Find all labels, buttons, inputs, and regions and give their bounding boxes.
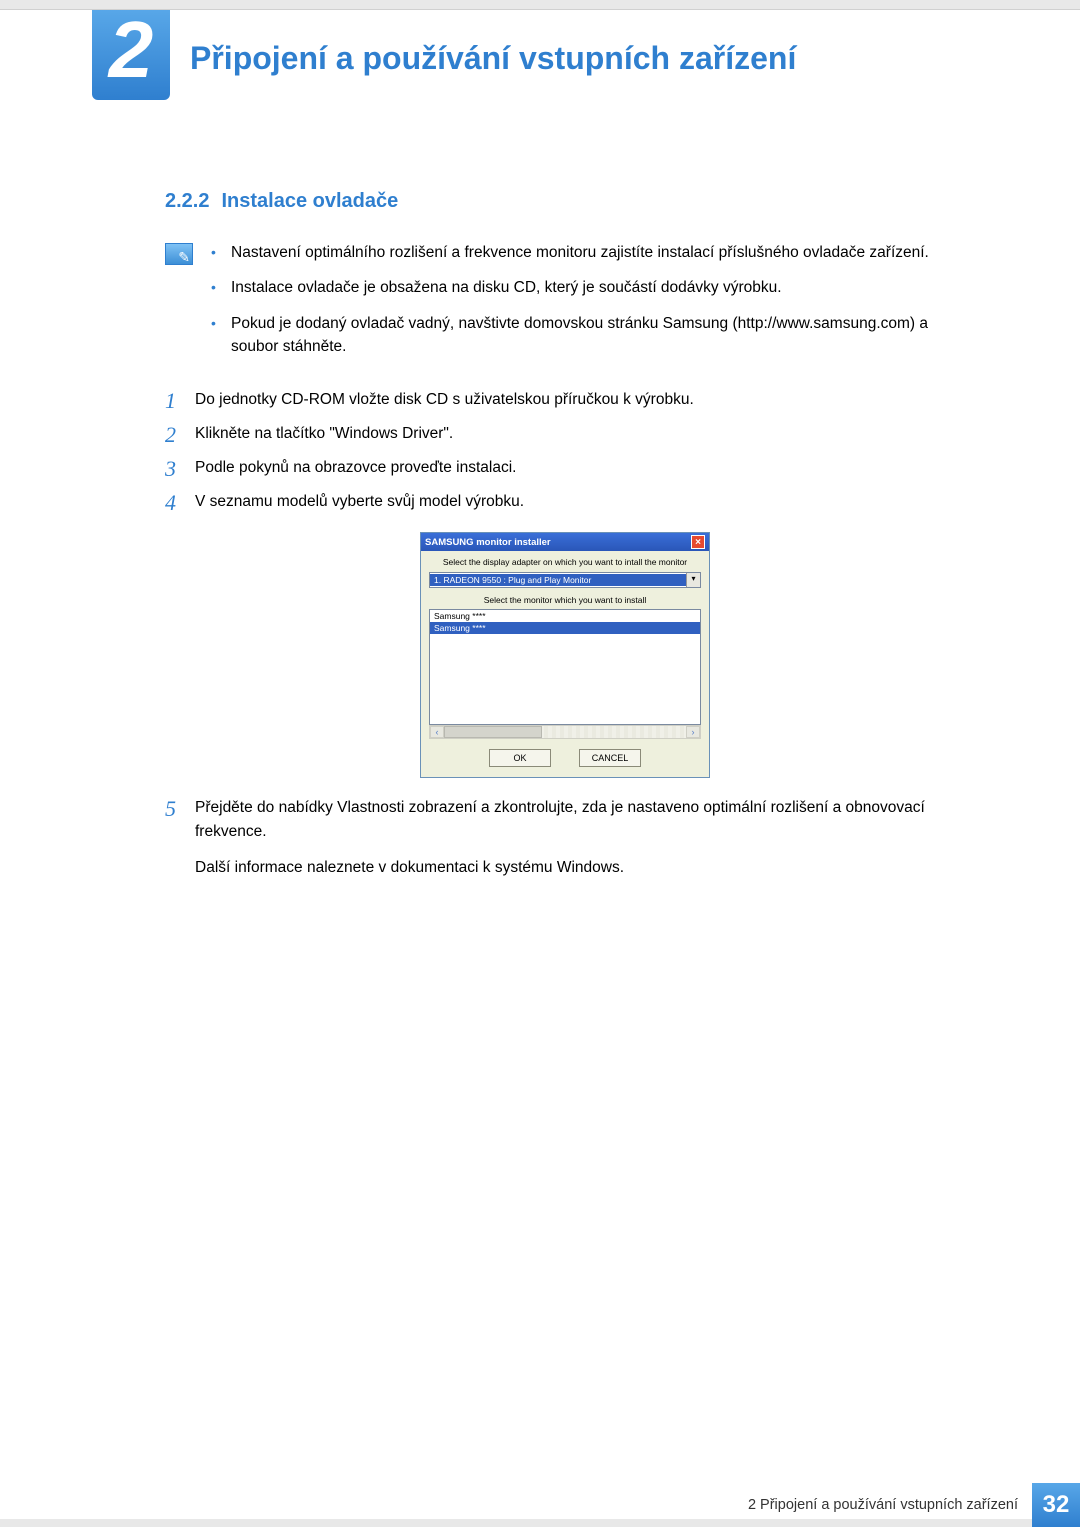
steps-list-continued: 5Přejděte do nabídky Vlastnosti zobrazen… bbox=[165, 796, 965, 844]
step-item: 2Klikněte na tlačítko "Windows Driver". bbox=[165, 422, 965, 446]
dialog-titlebar: SAMSUNG monitor installer × bbox=[421, 533, 709, 551]
section-title: Instalace ovladače bbox=[221, 190, 398, 212]
adapter-select[interactable]: 1. RADEON 9550 : Plug and Play Monitor ▾ bbox=[429, 572, 701, 588]
chapter-number-badge: 2 bbox=[92, 10, 170, 100]
monitor-label: Select the monitor which you want to ins… bbox=[429, 595, 701, 605]
cancel-button[interactable]: CANCEL bbox=[579, 749, 641, 767]
note-item: Instalace ovladače je obsažena na disku … bbox=[211, 276, 965, 299]
dialog-button-row: OK CANCEL bbox=[429, 749, 701, 767]
adapter-label: Select the display adapter on which you … bbox=[429, 557, 701, 567]
adapter-selected-value: 1. RADEON 9550 : Plug and Play Monitor bbox=[430, 574, 686, 586]
step-text: Do jednotky CD-ROM vložte disk CD s uživ… bbox=[195, 391, 694, 408]
step-number: 2 bbox=[165, 418, 176, 452]
step-item: 5Přejděte do nabídky Vlastnosti zobrazen… bbox=[165, 796, 965, 844]
list-item[interactable]: Samsung **** bbox=[430, 622, 700, 634]
dialog-body: Select the display adapter on which you … bbox=[421, 551, 709, 777]
step-number: 4 bbox=[165, 486, 176, 520]
note-list: Nastavení optimálního rozlišení a frekve… bbox=[211, 241, 965, 370]
list-item[interactable]: Samsung **** bbox=[430, 610, 700, 622]
monitor-list[interactable]: Samsung **** Samsung **** bbox=[429, 609, 701, 725]
footer-chapter-label: 2 Připojení a používání vstupních zaříze… bbox=[748, 1497, 1032, 1513]
scroll-track[interactable] bbox=[444, 726, 686, 738]
step-text: Klikněte na tlačítko "Windows Driver". bbox=[195, 425, 453, 442]
step-text: Podle pokynů na obrazovce proveďte insta… bbox=[195, 459, 516, 476]
step-item: 1Do jednotky CD-ROM vložte disk CD s uži… bbox=[165, 388, 965, 412]
steps-list: 1Do jednotky CD-ROM vložte disk CD s uži… bbox=[165, 388, 965, 514]
horizontal-scrollbar[interactable]: ‹ › bbox=[429, 725, 701, 739]
footer-stripe bbox=[0, 1519, 1032, 1527]
scroll-left-icon[interactable]: ‹ bbox=[430, 726, 444, 738]
close-icon[interactable]: × bbox=[691, 535, 705, 549]
note-block: Nastavení optimálního rozlišení a frekve… bbox=[165, 241, 965, 370]
chapter-title: Připojení a používání vstupních zařízení bbox=[190, 40, 796, 77]
section-number: 2.2.2 bbox=[165, 190, 209, 212]
step-text: Přejděte do nabídky Vlastnosti zobrazení… bbox=[195, 799, 925, 840]
installer-dialog-screenshot: SAMSUNG monitor installer × Select the d… bbox=[420, 532, 710, 778]
page-content: 2.2.2 Instalace ovladače Nastavení optimá… bbox=[165, 190, 965, 880]
footer-page-number: 32 bbox=[1032, 1483, 1080, 1527]
note-item: Nastavení optimálního rozlišení a frekve… bbox=[211, 241, 965, 264]
chevron-down-icon[interactable]: ▾ bbox=[686, 573, 700, 587]
step-item: 3Podle pokynů na obrazovce proveďte inst… bbox=[165, 456, 965, 480]
section-heading: 2.2.2 Instalace ovladače bbox=[165, 190, 965, 213]
dialog-title-text: SAMSUNG monitor installer bbox=[425, 537, 551, 548]
step-5-extra-text: Další informace naleznete v dokumentaci … bbox=[165, 856, 965, 880]
step-number: 3 bbox=[165, 452, 176, 486]
installer-dialog: SAMSUNG monitor installer × Select the d… bbox=[420, 532, 710, 778]
note-pencil-icon bbox=[165, 243, 193, 265]
page-footer: 2 Připojení a používání vstupních zaříze… bbox=[0, 1483, 1080, 1527]
scroll-thumb[interactable] bbox=[444, 726, 542, 738]
step-item: 4V seznamu modelů vyberte svůj model výr… bbox=[165, 490, 965, 514]
top-stripe bbox=[0, 0, 1080, 10]
ok-button[interactable]: OK bbox=[489, 749, 551, 767]
note-item: Pokud je dodaný ovladač vadný, navštivte… bbox=[211, 312, 965, 359]
step-text: V seznamu modelů vyberte svůj model výro… bbox=[195, 493, 524, 510]
step-number: 5 bbox=[165, 792, 176, 826]
scroll-right-icon[interactable]: › bbox=[686, 726, 700, 738]
step-number: 1 bbox=[165, 384, 176, 418]
